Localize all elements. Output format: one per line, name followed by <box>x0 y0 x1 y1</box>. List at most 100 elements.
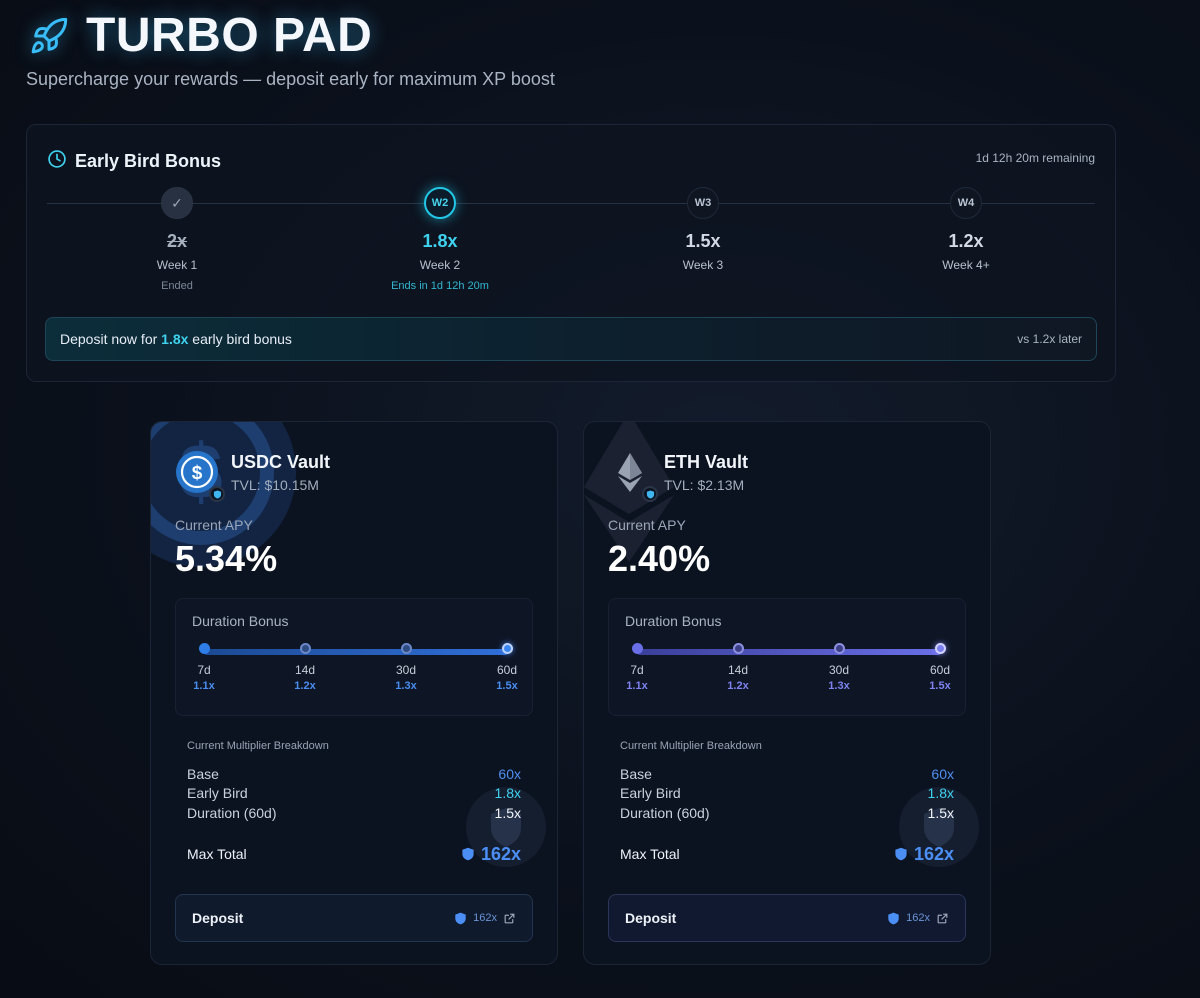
check-icon: ✓ <box>161 187 193 219</box>
week-4-step: W4 1.2x Week 4+ <box>886 187 1046 272</box>
week-node: W2 <box>424 187 456 219</box>
duration-days: 30d <box>395 663 417 677</box>
usdc-icon: $ <box>175 450 225 502</box>
vault-name: USDC Vault <box>231 451 331 472</box>
deposit-label: Deposit <box>625 910 677 926</box>
duration-title: Duration Bonus <box>625 613 722 629</box>
duration-option-14d[interactable]: 14d 1.2x <box>275 643 335 692</box>
week-multiplier: 1.2x <box>948 231 984 251</box>
duration-multiplier: 1.1x <box>193 680 215 692</box>
multiplier-breakdown: Current Multiplier Breakdown Base 60x Ea… <box>187 740 521 865</box>
slider-handle[interactable] <box>198 643 210 654</box>
breakdown-row-early-bird: Early Bird 1.8x <box>187 785 521 802</box>
breakdown-row-duration: Duration (60d) 1.5x <box>187 804 521 821</box>
banner-highlight: 1.8x <box>161 331 189 347</box>
early-bird-title: Early Bird Bonus <box>75 151 222 171</box>
week-multiplier: 1.8x <box>422 231 458 251</box>
duration-option-7d[interactable]: 7d 1.1x <box>174 643 234 692</box>
duration-option-30d[interactable]: 30d 1.3x <box>809 643 869 692</box>
duration-option-7d[interactable]: 7d 1.1x <box>607 643 667 692</box>
duration-days: 14d <box>727 663 749 677</box>
usdc-vault-card: $ $ USDC Vault TVL: $10.15M Current APY … <box>150 421 558 965</box>
duration-days: 7d <box>630 663 644 677</box>
shield-badge-icon <box>209 486 225 502</box>
deposit-label: Deposit <box>192 910 244 926</box>
external-link-icon <box>937 913 948 923</box>
early-bird-panel: Early Bird Bonus 1d 12h 20m remaining ✓ … <box>26 124 1116 382</box>
usdc-deposit-button[interactable]: Deposit 162x <box>175 894 533 942</box>
duration-days: 7d <box>197 663 211 677</box>
slider-stop-selected[interactable] <box>501 643 513 654</box>
eth-deposit-button[interactable]: Deposit 162x <box>608 894 966 942</box>
breakdown-row-early-bird: Early Bird 1.8x <box>620 785 954 802</box>
banner-compare: vs 1.2x later <box>1017 332 1082 346</box>
vault-tvl: TVL: $10.15M <box>231 476 319 493</box>
slider-stop[interactable] <box>732 643 744 654</box>
duration-slider[interactable] <box>204 649 508 655</box>
max-total-row: Max Total 162x <box>620 844 954 865</box>
duration-option-60d[interactable]: 60d 1.5x <box>477 643 537 692</box>
duration-multiplier: 1.5x <box>929 680 951 692</box>
duration-multiplier: 1.3x <box>828 680 850 692</box>
duration-multiplier: 1.5x <box>496 680 518 692</box>
week-label: Week 3 <box>682 258 724 272</box>
deposit-multiplier: 162x <box>887 912 949 925</box>
week-2-step: W2 1.8x Week 2 Ends in 1d 12h 20m <box>360 187 520 292</box>
duration-days: 60d <box>929 663 951 677</box>
duration-multiplier: 1.2x <box>294 680 316 692</box>
week-label: Week 4+ <box>942 258 990 272</box>
external-link-icon <box>504 913 515 923</box>
week-label: Week 1 <box>156 258 198 272</box>
duration-option-60d[interactable]: 60d 1.5x <box>910 643 970 692</box>
max-total-label: Max Total <box>620 846 680 862</box>
slider-stop[interactable] <box>299 643 311 654</box>
week-status: Ends in 1d 12h 20m <box>391 280 489 292</box>
apy-value: 5.34% <box>175 538 278 579</box>
week-1-step: ✓ 2x Week 1 Ended <box>97 187 257 292</box>
duration-option-14d[interactable]: 14d 1.2x <box>708 643 768 692</box>
breakdown-row-base: Base 60x <box>620 765 954 782</box>
shield-badge-icon <box>888 912 899 924</box>
max-total-value: 162x <box>894 844 954 865</box>
week-multiplier: 2x <box>166 231 188 251</box>
breakdown-row-duration: Duration (60d) 1.5x <box>620 804 954 821</box>
max-total-label: Max Total <box>187 846 247 862</box>
slider-handle[interactable] <box>631 643 643 654</box>
svg-text:$: $ <box>192 463 203 484</box>
week-status: Ended <box>161 280 193 292</box>
slider-stop[interactable] <box>833 643 845 654</box>
page-subtitle: Supercharge your rewards — deposit early… <box>26 69 555 89</box>
duration-multiplier: 1.2x <box>727 680 749 692</box>
clock-icon <box>47 149 67 174</box>
multiplier-breakdown: Current Multiplier Breakdown Base 60x Ea… <box>620 740 954 865</box>
vault-header: ETH Vault TVL: $2.13M <box>608 450 749 502</box>
duration-days: 14d <box>294 663 316 677</box>
duration-bonus-panel: Duration Bonus 7d 1.1x 14d 1.2x 30d 1.3x… <box>175 598 533 716</box>
apy-label: Current APY <box>175 517 253 533</box>
duration-option-30d[interactable]: 30d 1.3x <box>376 643 436 692</box>
apy-label: Current APY <box>608 517 686 533</box>
apy-value: 2.40% <box>608 538 711 579</box>
shield-badge-icon <box>895 847 907 861</box>
time-remaining: 1d 12h 20m remaining <box>975 151 1095 165</box>
duration-title: Duration Bonus <box>192 613 289 629</box>
week-3-step: W3 1.5x Week 3 <box>623 187 783 272</box>
vault-header: $ USDC Vault TVL: $10.15M <box>175 450 331 502</box>
early-bird-banner: Deposit now for 1.8x early bird bonus vs… <box>45 317 1097 361</box>
duration-slider[interactable] <box>637 649 941 655</box>
slider-stop-selected[interactable] <box>934 643 946 654</box>
breakdown-row-base: Base 60x <box>187 765 521 782</box>
shield-badge-icon <box>455 912 466 924</box>
slider-stop[interactable] <box>400 643 412 654</box>
week-label: Week 2 <box>419 258 461 272</box>
breakdown-title: Current Multiplier Breakdown <box>620 740 762 752</box>
duration-days: 30d <box>828 663 850 677</box>
eth-vault-card: ETH Vault TVL: $2.13M Current APY 2.40% … <box>583 421 991 965</box>
shield-badge-icon <box>462 847 474 861</box>
vault-name: ETH Vault <box>664 451 749 472</box>
duration-days: 60d <box>496 663 518 677</box>
duration-multiplier: 1.1x <box>626 680 648 692</box>
week-multiplier: 1.5x <box>685 231 721 251</box>
deposit-multiplier: 162x <box>454 912 516 925</box>
banner-text: Deposit now for 1.8x early bird bonus <box>60 331 292 347</box>
